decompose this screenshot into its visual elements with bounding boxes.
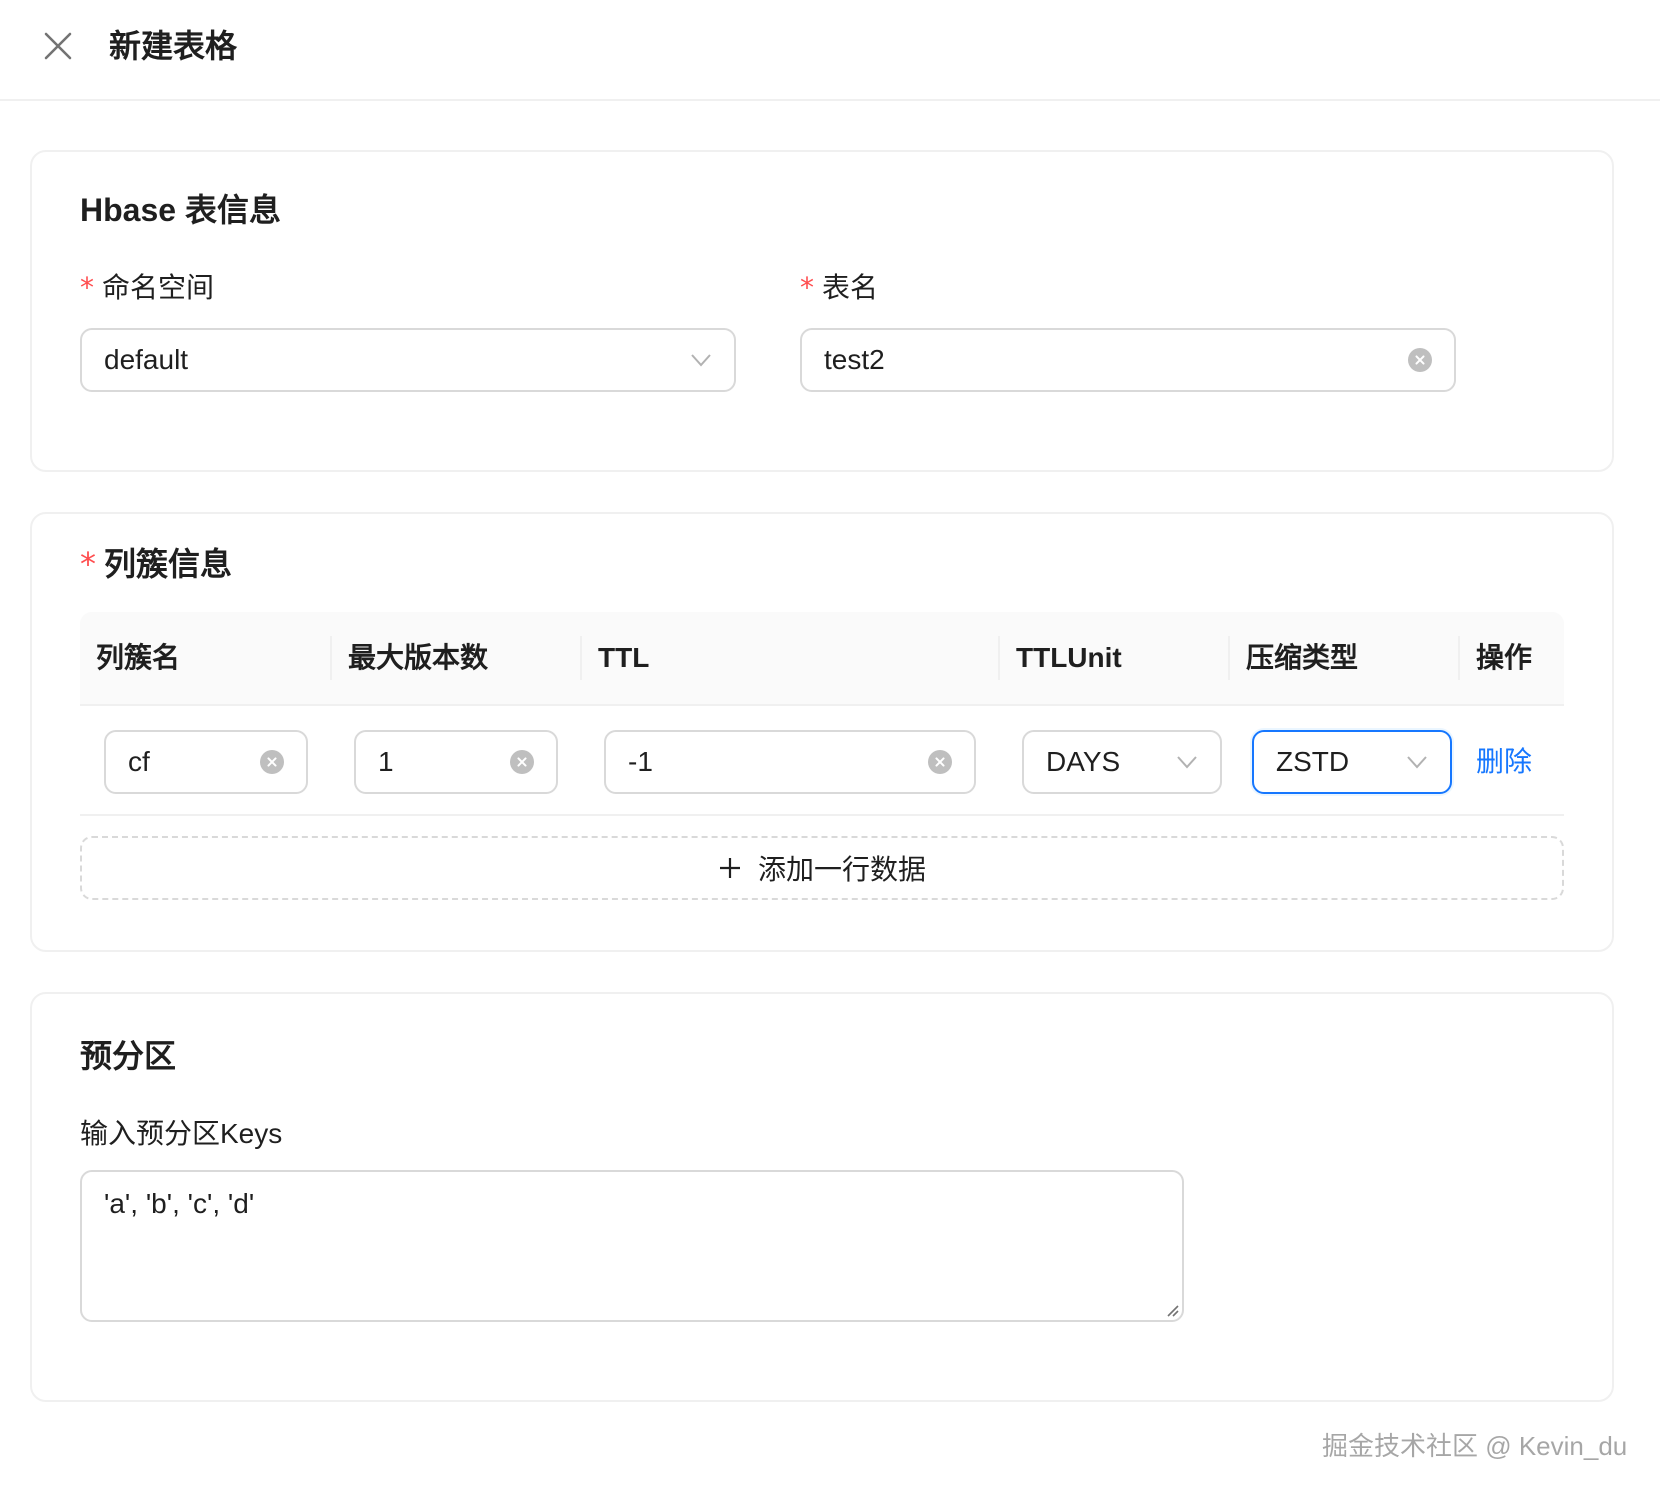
table-name-label-text: 表名 [822, 272, 879, 303]
clear-icon[interactable] [260, 750, 284, 774]
plus-icon [718, 856, 742, 880]
watermark: 掘金技术社区 @ Kevin_du [1322, 1431, 1628, 1461]
compression-select[interactable]: ZSTD [1252, 730, 1452, 794]
add-row-button[interactable]: 添加一行数据 [80, 836, 1564, 900]
required-mark: * [80, 271, 94, 304]
presplit-label: 输入预分区Keys [80, 1118, 283, 1149]
column-header-ttl-unit: TTLUnit [1016, 642, 1122, 673]
column-family-title: * 列簇信息 [80, 542, 232, 586]
presplit-keys-textarea[interactable]: 'a', 'b', 'c', 'd' [80, 1170, 1184, 1322]
table-name-label: * 表名 [800, 268, 878, 308]
hbase-info-title: Hbase 表信息 [80, 192, 281, 228]
cf-name-value: cf [128, 746, 150, 777]
column-header-ttl: TTL [598, 642, 650, 673]
column-header-compression: 压缩类型 [1246, 642, 1359, 673]
ttl-unit-value: DAYS [1046, 746, 1121, 777]
presplit-card: 预分区 输入预分区Keys 'a', 'b', 'c', 'd' [30, 992, 1614, 1402]
presplit-keys-value: 'a', 'b', 'c', 'd' [104, 1188, 255, 1219]
namespace-label: * 命名空间 [80, 268, 214, 308]
close-button[interactable] [38, 26, 78, 66]
column-family-title-text: 列簇信息 [104, 546, 233, 582]
column-header-max-versions: 最大版本数 [348, 642, 489, 673]
clear-icon[interactable] [1408, 348, 1432, 372]
required-mark: * [800, 271, 814, 304]
delete-row-link[interactable]: 删除 [1476, 742, 1532, 782]
required-mark: * [80, 545, 96, 583]
add-row-label: 添加一行数据 [757, 854, 926, 885]
close-icon [44, 32, 72, 60]
clear-icon[interactable] [510, 750, 534, 774]
chevron-down-icon [1407, 756, 1427, 769]
compression-value: ZSTD [1276, 746, 1350, 777]
column-separator [1458, 636, 1460, 680]
table-name-input[interactable]: test2 [800, 328, 1456, 392]
chevron-down-icon [1177, 756, 1197, 769]
table-header: 列簇名 最大版本数 TTL TTLUnit 压缩类型 操作 [80, 612, 1564, 706]
hbase-info-card: Hbase 表信息 * 命名空间 default * 表名 test2 [30, 150, 1614, 472]
namespace-label-text: 命名空间 [102, 272, 215, 303]
chevron-down-icon [691, 354, 711, 367]
column-separator [998, 636, 1000, 680]
table-name-value: test2 [824, 344, 885, 375]
clear-icon[interactable] [928, 750, 952, 774]
ttl-value: -1 [628, 746, 653, 777]
column-separator [580, 636, 582, 680]
namespace-select[interactable]: default [80, 328, 736, 392]
max-versions-input[interactable]: 1 [354, 730, 558, 794]
max-versions-value: 1 [378, 746, 394, 777]
column-header-action: 操作 [1476, 642, 1533, 673]
presplit-title: 预分区 [80, 1038, 177, 1074]
cf-name-input[interactable]: cf [104, 730, 308, 794]
column-family-card: * 列簇信息 列簇名 最大版本数 TTL TTLUnit 压缩类型 操作 cf 1… [30, 512, 1614, 952]
page-title: 新建表格 [109, 28, 238, 64]
ttl-unit-select[interactable]: DAYS [1022, 730, 1222, 794]
table-row: cf 1 -1 DAYS ZSTD 删除 [80, 706, 1564, 816]
column-header-name: 列簇名 [96, 642, 181, 673]
ttl-input[interactable]: -1 [604, 730, 976, 794]
drawer-header: 新建表格 [0, 0, 1660, 101]
column-separator [330, 636, 332, 680]
resize-handle-icon[interactable] [1164, 1302, 1180, 1318]
column-separator [1228, 636, 1230, 680]
namespace-value: default [104, 344, 189, 375]
